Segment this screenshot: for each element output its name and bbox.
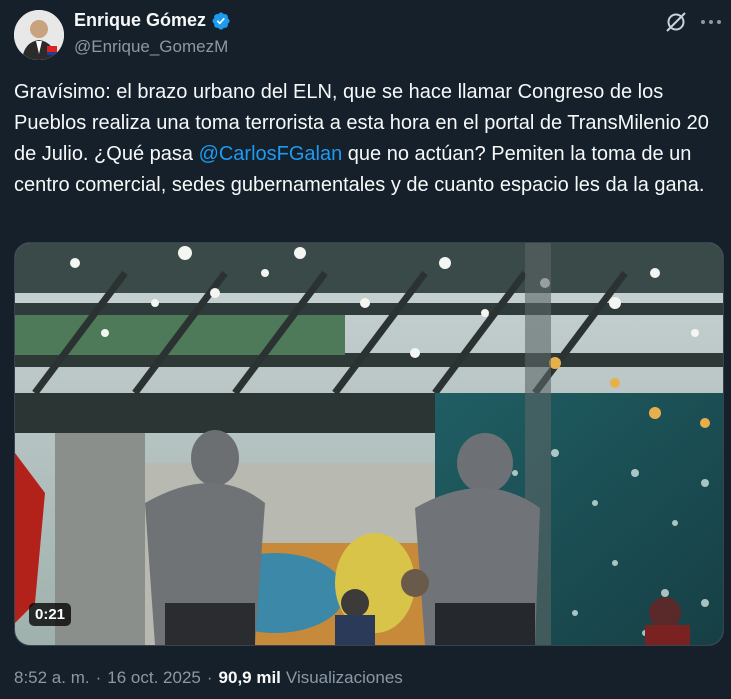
tweet-meta: 8:52 a. m. · 16 oct. 2025 · 90,9 mil Vis…	[14, 668, 403, 688]
meta-separator: ·	[206, 668, 213, 687]
author-handle[interactable]: @Enrique_GomezM	[74, 37, 228, 57]
grok-icon[interactable]	[664, 10, 688, 34]
author-name-row[interactable]: Enrique Gómez	[74, 10, 231, 31]
avatar-image	[14, 10, 64, 60]
mention-link[interactable]: @CarlosFGalan	[199, 143, 343, 165]
verified-badge-icon	[212, 11, 230, 30]
views-label: Visualizaciones	[285, 668, 403, 687]
tweet-date[interactable]: 16 oct. 2025	[107, 668, 201, 688]
views-count: 90,9 mil	[218, 668, 281, 687]
video-thumbnail	[15, 243, 723, 645]
video-duration-badge: 0:21	[29, 603, 72, 626]
author-name[interactable]: Enrique Gómez	[74, 10, 206, 31]
video-player[interactable]	[14, 242, 724, 646]
tweet-time[interactable]: 8:52 a. m.	[14, 668, 90, 688]
avatar[interactable]	[14, 10, 64, 60]
more-dots-icon[interactable]	[697, 10, 725, 34]
meta-separator: ·	[95, 668, 102, 687]
tweet-text: Gravísimo: el brazo urbano del ELN, que …	[14, 77, 720, 201]
